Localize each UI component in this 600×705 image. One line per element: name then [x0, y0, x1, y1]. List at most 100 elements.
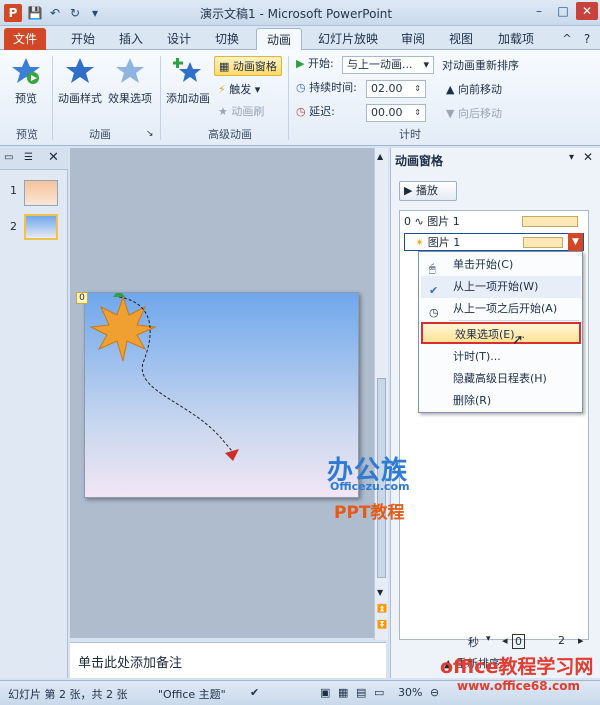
spinner-icon[interactable]: ⇕: [414, 81, 421, 97]
tab-insert[interactable]: 插入: [110, 28, 152, 50]
previous-slide-icon[interactable]: ⏫: [377, 604, 387, 613]
vertical-scrollbar[interactable]: ▲ ▼ ⏫ ⏬: [374, 148, 388, 640]
slide-canvas[interactable]: [84, 289, 359, 498]
zoom-out-icon[interactable]: ⊖: [430, 686, 439, 699]
timeline-scroll-left-icon[interactable]: ◂: [502, 634, 508, 647]
tab-view[interactable]: 视图: [440, 28, 482, 50]
maximize-button[interactable]: □: [552, 2, 574, 20]
minimize-button[interactable]: –: [528, 2, 550, 20]
redo-icon[interactable]: ↻: [66, 4, 84, 22]
save-icon[interactable]: 💾: [26, 4, 44, 22]
animation-pane-icon: ▦: [219, 60, 230, 73]
scroll-down-icon[interactable]: ▼: [377, 588, 383, 597]
group-separator: [52, 56, 53, 140]
delay-field[interactable]: 00.00 ⇕: [366, 104, 426, 122]
clock-icon: ◷: [429, 306, 439, 319]
animation-item[interactable]: 0 ∿ 图片 1: [404, 213, 584, 231]
theme-name: "Office 主题": [158, 688, 226, 701]
start-select[interactable]: 与上一动画... ▾: [342, 56, 434, 74]
dialog-launcher-icon[interactable]: ↘: [146, 124, 154, 144]
tab-transitions[interactable]: 切换: [206, 28, 248, 50]
slide-number: 2: [10, 220, 17, 233]
group-label-preview: 预览: [16, 128, 38, 141]
pane-dropdown-icon[interactable]: ▾: [569, 152, 574, 163]
ribbon-tabs: 文件 开始 插入 设计 切换 动画 幻灯片放映 审阅 视图 加载项 ^ ?: [0, 26, 600, 50]
painter-icon: ★: [218, 105, 228, 118]
tab-home[interactable]: 开始: [62, 28, 104, 50]
start-label: ▶ 开始:: [296, 57, 334, 70]
ribbon-collapse-icon[interactable]: ^: [558, 28, 576, 50]
animation-context-menu: 🖱 单击开始(C) ✔ 从上一项开始(W) ◷ 从上一项之后开始(A) 效果选项…: [418, 251, 583, 413]
slides-pane-header: ▭ ☰ ✕: [0, 148, 68, 170]
tab-design[interactable]: 设计: [158, 28, 200, 50]
seconds-dropdown-icon[interactable]: ▾: [486, 634, 491, 644]
menu-start-on-click[interactable]: 🖱 单击开始(C): [421, 254, 581, 276]
slide-thumbnail-1[interactable]: [24, 180, 58, 206]
powerpoint-app-icon[interactable]: P: [4, 4, 22, 22]
tab-addins[interactable]: 加载项: [490, 28, 542, 50]
menu-with-previous[interactable]: ✔ 从上一项开始(W): [421, 276, 581, 298]
menu-remove[interactable]: 删除(R): [421, 390, 581, 412]
normal-view-icon[interactable]: ▣: [320, 686, 330, 699]
close-button[interactable]: ✕: [576, 2, 598, 20]
reading-view-icon[interactable]: ▤: [356, 686, 366, 699]
play-button[interactable]: ▶ 播放: [399, 181, 457, 201]
animation-item-selected[interactable]: ✴ 图片 1 ▼: [404, 233, 584, 251]
zoom-level[interactable]: 30%: [398, 686, 422, 699]
spinner-icon[interactable]: ⇕: [414, 105, 421, 121]
path-end-icon: [225, 449, 239, 461]
maple-leaf-image[interactable]: [89, 295, 157, 362]
move-earlier-button[interactable]: ▲ 向前移动: [446, 80, 502, 100]
trigger-button[interactable]: ⚡ 触发 ▾: [218, 80, 260, 100]
watermark-site: office教程学习网: [440, 656, 594, 678]
slide-content: [89, 289, 239, 461]
preview-button[interactable]: 预览: [0, 54, 52, 120]
group-separator: [288, 56, 289, 140]
timeline-scroll-right-icon[interactable]: ▸: [578, 634, 584, 647]
title-bar: P 💾 ↶ ↻ ▾ 演示文稿1 - Microsoft PowerPoint –…: [0, 0, 600, 26]
tab-file[interactable]: 文件: [4, 28, 46, 50]
duration-field[interactable]: 02.00 ⇕: [366, 80, 426, 98]
tab-slideshow[interactable]: 幻灯片放映: [308, 28, 388, 50]
slide-thumbnail-2[interactable]: [24, 214, 58, 240]
animation-pane-title: 动画窗格: [395, 154, 444, 168]
tab-review[interactable]: 审阅: [394, 28, 432, 50]
scroll-up-icon[interactable]: ▲: [377, 152, 383, 161]
slides-tab-icon[interactable]: ▭: [4, 152, 13, 163]
group-label-timing: 计时: [399, 128, 421, 141]
customize-qat-icon[interactable]: ▾: [86, 4, 104, 22]
animation-pane: 动画窗格 ▾ ✕ ▶ 播放 0 ∿ 图片 1 ✴ 图片 1 ▼: [390, 148, 600, 678]
outline-tab-icon[interactable]: ☰: [24, 152, 33, 163]
slide-info: 幻灯片 第 2 张，共 2 张: [8, 688, 128, 701]
triangle-down-icon: ▼: [446, 107, 455, 120]
menu-timing[interactable]: 计时(T)...: [421, 346, 581, 368]
add-animation-button[interactable]: 添加动画: [162, 54, 214, 120]
help-icon[interactable]: ?: [578, 28, 596, 50]
menu-effect-options[interactable]: 效果选项(E)...: [421, 322, 581, 344]
effect-options-button[interactable]: 效果选项: [104, 54, 156, 120]
tab-animations[interactable]: 动画: [256, 28, 302, 50]
animation-painter-button[interactable]: ★ 动画刷: [218, 102, 264, 122]
close-pane-icon[interactable]: ✕: [48, 150, 59, 165]
animation-styles-button[interactable]: 动画样式: [54, 54, 106, 120]
menu-hide-advanced-timeline[interactable]: 隐藏高级日程表(H): [421, 368, 581, 390]
notes-area[interactable]: 单击此处添加备注: [70, 642, 386, 678]
chevron-down-icon: ▾: [423, 58, 429, 71]
animation-tag[interactable]: 0: [76, 292, 88, 304]
path-start-icon: [113, 289, 125, 297]
item-dropdown-icon[interactable]: ▼: [568, 233, 583, 251]
animation-pane-button[interactable]: ▦ 动画窗格: [214, 56, 282, 76]
reorder-title: 对动画重新排序: [442, 59, 519, 72]
delay-clock-icon: ◷: [296, 105, 306, 118]
preview-star-icon: [12, 58, 40, 84]
pane-close-icon[interactable]: ✕: [583, 150, 593, 164]
spell-check-icon[interactable]: ✔: [250, 686, 259, 699]
move-later-button[interactable]: ▼ 向后移动: [446, 104, 502, 124]
slideshow-icon[interactable]: ▭: [374, 686, 384, 699]
slide-sorter-icon[interactable]: ▦: [338, 686, 348, 699]
menu-after-previous[interactable]: ◷ 从上一项之后开始(A): [421, 298, 581, 320]
clock-icon: ◷: [296, 81, 306, 94]
undo-icon[interactable]: ↶: [46, 4, 64, 22]
next-slide-icon[interactable]: ⏬: [377, 620, 387, 629]
watermark-ppt: PPT教程: [334, 503, 405, 523]
